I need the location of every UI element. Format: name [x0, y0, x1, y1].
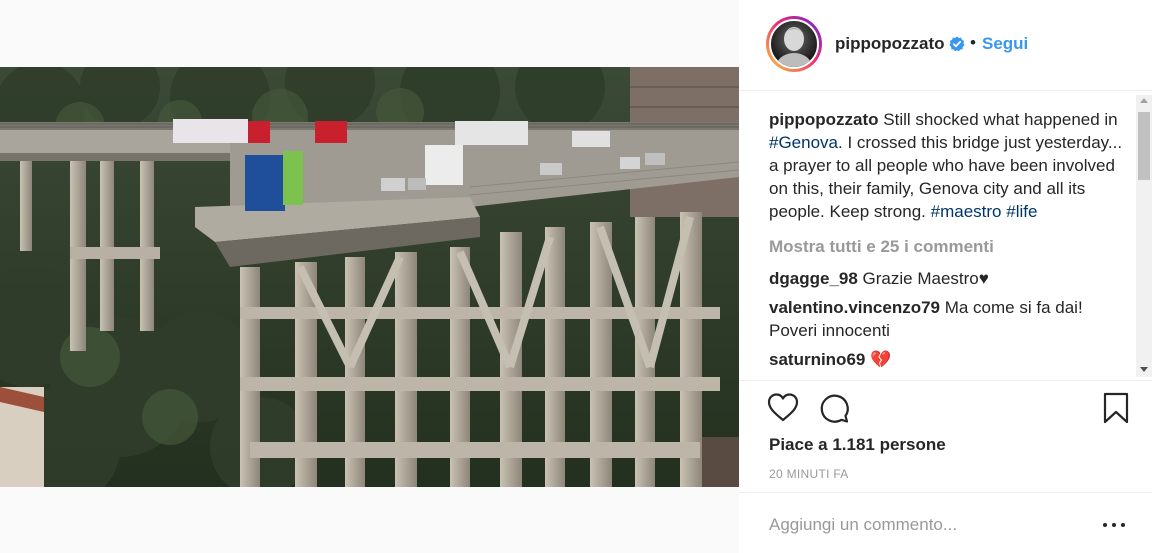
heart-icon[interactable] [766, 391, 800, 425]
header-separator: • [970, 33, 976, 52]
likes-count: 1.181 [832, 435, 875, 454]
comment-username[interactable]: saturnino69 [769, 350, 865, 369]
likes-summary[interactable]: Piace a 1.181 persone [769, 435, 946, 455]
scrollbar-thumb[interactable] [1138, 112, 1150, 180]
comment-text: Grazie Maestro♥ [857, 269, 989, 288]
post-side-panel: pippopozzato • Segui pippopozzato Still … [739, 0, 1152, 553]
comment-input[interactable] [769, 513, 1069, 537]
comment-item: valentino.vincenzo79 Ma come si fa dai! … [769, 296, 1129, 342]
post-photo-collapsed-bridge[interactable] [0, 67, 739, 487]
view-all-comments-link[interactable]: Mostra tutti e 25 i commenti [769, 235, 1129, 258]
post-timestamp[interactable]: 20 MINUTI FA [769, 467, 849, 481]
comment-bubble-icon[interactable] [817, 391, 851, 425]
bookmark-icon[interactable] [1099, 391, 1133, 425]
caption-username[interactable]: pippopozzato [769, 110, 879, 129]
comments-list: pippopozzato Still shocked what happened… [769, 108, 1129, 380]
add-comment-bar [739, 492, 1152, 553]
post-actions: Piace a 1.181 persone 20 MINUTI FA [739, 380, 1152, 490]
scroll-up-arrow-icon[interactable] [1140, 98, 1148, 103]
hashtag-life[interactable]: #life [1006, 202, 1037, 221]
comment-item: saturnino69 💔 [769, 348, 1129, 371]
likes-prefix: Piace a [769, 435, 833, 454]
verified-badge-icon [949, 36, 965, 52]
avatar-story-ring[interactable] [766, 16, 822, 72]
avatar-portrait [776, 27, 812, 67]
post-caption: pippopozzato Still shocked what happened… [769, 108, 1129, 223]
comments-scrollbar[interactable] [1136, 95, 1152, 377]
more-options-icon[interactable] [1103, 515, 1127, 535]
scroll-down-arrow-icon[interactable] [1140, 367, 1148, 372]
post-header: pippopozzato • Segui [739, 0, 1152, 91]
comment-text: 💔 [865, 350, 892, 369]
caption-text-1: Still shocked what happened in [878, 110, 1118, 129]
avatar[interactable] [769, 19, 819, 69]
follow-button[interactable]: Segui [982, 34, 1028, 54]
comment-item: dgagge_98 Grazie Maestro♥ [769, 267, 1129, 290]
comment-username[interactable]: dgagge_98 [769, 269, 858, 288]
post-media [0, 0, 739, 553]
likes-suffix: persone [874, 435, 946, 454]
header-username[interactable]: pippopozzato [835, 34, 945, 54]
bridge-photo-drawing [0, 67, 739, 487]
comment-username[interactable]: valentino.vincenzo79 [769, 298, 940, 317]
hashtag-genova[interactable]: #Genova [769, 133, 838, 152]
hashtag-maestro[interactable]: #maestro [931, 202, 1002, 221]
